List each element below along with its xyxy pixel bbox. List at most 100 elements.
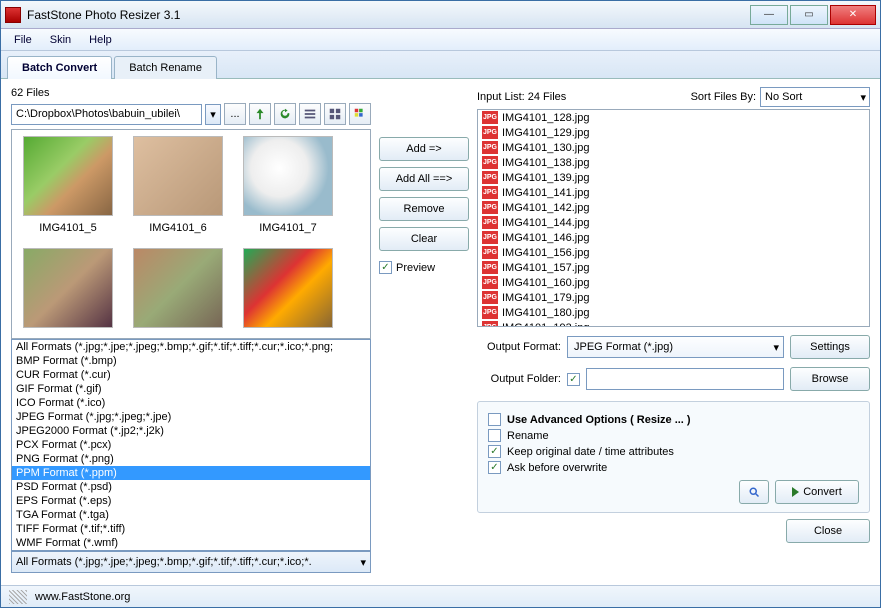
transfer-buttons: Add => Add All ==> Remove Clear [379, 87, 469, 251]
input-file-list[interactable]: JPGIMG4101_128.jpgJPGIMG4101_129.jpgJPGI… [477, 109, 870, 327]
file-row[interactable]: JPGIMG4101_142.jpg [478, 200, 869, 215]
file-row[interactable]: JPGIMG4101_130.jpg [478, 140, 869, 155]
preview-window-button[interactable] [739, 480, 769, 504]
file-name: IMG4101_193.jpg [502, 322, 589, 328]
jpg-icon: JPG [482, 111, 498, 124]
output-folder-label: Output Folder: [477, 373, 561, 385]
sort-select[interactable]: No Sort [760, 87, 870, 107]
menu-help[interactable]: Help [82, 31, 119, 49]
jpg-icon: JPG [482, 186, 498, 199]
format-option[interactable]: All Formats (*.jpg;*.jpe;*.jpeg;*.bmp;*.… [12, 340, 370, 354]
maximize-button[interactable]: ▭ [790, 5, 828, 25]
file-row[interactable]: JPGIMG4101_179.jpg [478, 290, 869, 305]
file-name: IMG4101_130.jpg [502, 142, 589, 154]
browse-folder-button[interactable]: ... [224, 103, 246, 125]
thumbnail-item[interactable]: IMG4101_7 [238, 136, 338, 238]
advanced-label: Use Advanced Options ( Resize ... ) [507, 414, 691, 426]
file-row[interactable]: JPG IMG4101_129.jpg [478, 125, 869, 140]
file-row[interactable]: JPG IMG4101_141.jpg [478, 185, 869, 200]
add-all-button[interactable]: Add All ==> [379, 167, 469, 191]
format-option[interactable]: ICO Format (*.ico) [12, 396, 370, 410]
format-option[interactable]: CUR Format (*.cur) [12, 368, 370, 382]
format-option[interactable]: BMP Format (*.bmp) [12, 354, 370, 368]
output-folder-checkbox[interactable]: ✓ [567, 373, 580, 386]
file-name: IMG4101_129.jpg [502, 127, 589, 139]
file-name: IMG4101_144.jpg [502, 217, 589, 229]
file-name: IMG4101_180.jpg [502, 307, 589, 319]
menu-file[interactable]: File [7, 31, 39, 49]
format-option[interactable]: GIF Format (*.gif) [12, 382, 370, 396]
thumbnail-item[interactable] [238, 248, 338, 332]
view-details-icon[interactable] [324, 103, 346, 125]
output-folder-input[interactable] [586, 368, 784, 390]
thumbnail-item[interactable]: IMG4101_5 [18, 136, 118, 238]
file-row[interactable]: JPGIMG4101_156.jpg [478, 245, 869, 260]
right-pane: Input List: 24 Files Sort Files By: No S… [477, 87, 870, 579]
file-name: IMG4101_141.jpg [502, 187, 589, 199]
preview-checkbox[interactable]: ✓ [379, 261, 392, 274]
menu-skin[interactable]: Skin [43, 31, 78, 49]
settings-button[interactable]: Settings [790, 335, 870, 359]
format-option[interactable]: TGA Format (*.tga) [12, 508, 370, 522]
format-option[interactable]: JPEG2000 Format (*.jp2;*.j2k) [12, 424, 370, 438]
close-button[interactable]: ✕ [830, 5, 876, 25]
statusbar: www.FastStone.org [1, 585, 880, 607]
grip-icon [9, 590, 27, 604]
rename-label: Rename [507, 430, 549, 442]
close-dialog-button[interactable]: Close [786, 519, 870, 543]
thumbnail-item[interactable]: IMG4101_6 [128, 136, 228, 238]
path-dropdown-icon[interactable]: ▾ [205, 104, 221, 125]
view-list-icon[interactable] [299, 103, 321, 125]
tab-batch-convert[interactable]: Batch Convert [7, 56, 112, 79]
format-option[interactable]: PSD Format (*.psd) [12, 480, 370, 494]
rename-checkbox[interactable] [488, 429, 501, 442]
format-option[interactable]: PNG Format (*.png) [12, 452, 370, 466]
file-row[interactable]: JPGIMG4101_146.jpg [478, 230, 869, 245]
file-name: IMG4101_138.jpg [502, 157, 589, 169]
format-option[interactable]: JPEG Format (*.jpg;*.jpeg;*.jpe) [12, 410, 370, 424]
path-input[interactable]: C:\Dropbox\Photos\babuin_ubilei\ [11, 104, 202, 125]
minimize-button[interactable]: — [750, 5, 788, 25]
format-option[interactable]: PCX Format (*.pcx) [12, 438, 370, 452]
file-row[interactable]: JPGIMG4101_157.jpg [478, 260, 869, 275]
input-list-label: Input List: 24 Files [477, 91, 566, 103]
remove-button[interactable]: Remove [379, 197, 469, 221]
file-row[interactable]: JPGIMG4101_139.jpg [478, 170, 869, 185]
keep-date-checkbox[interactable]: ✓ [488, 445, 501, 458]
file-row[interactable]: JPGIMG4101_138.jpg [478, 155, 869, 170]
file-row[interactable]: JPG IMG4101_144.jpg [478, 215, 869, 230]
output-format-select[interactable]: JPEG Format (*.jpg) [567, 336, 784, 358]
file-row[interactable]: JPGIMG4101_128.jpg [478, 110, 869, 125]
tabbar: Batch Convert Batch Rename [1, 51, 880, 79]
format-option[interactable]: EPS Format (*.eps) [12, 494, 370, 508]
file-row[interactable]: JPGIMG4101_193.jpg [478, 320, 869, 327]
format-filter-select[interactable]: All Formats (*.jpg;*.jpe;*.jpeg;*.bmp;*.… [11, 551, 371, 573]
tab-batch-rename[interactable]: Batch Rename [114, 56, 217, 79]
file-name: IMG4101_160.jpg [502, 277, 589, 289]
thumbnail-item[interactable] [128, 248, 228, 332]
format-option[interactable]: TIFF Format (*.tif;*.tiff) [12, 522, 370, 536]
jpg-icon: JPG [482, 171, 498, 184]
format-filter-list[interactable]: All Formats (*.jpg;*.jpe;*.jpeg;*.bmp;*.… [11, 339, 371, 551]
add-button[interactable]: Add => [379, 137, 469, 161]
up-folder-icon[interactable] [249, 103, 271, 125]
jpg-icon: JPG [482, 306, 498, 319]
jpg-icon: JPG [482, 126, 498, 139]
file-name: IMG4101_179.jpg [502, 292, 589, 304]
format-option[interactable]: WMF Format (*.wmf) [12, 536, 370, 550]
jpg-icon: JPG [482, 216, 498, 229]
refresh-icon[interactable] [274, 103, 296, 125]
thumbnail-item[interactable] [18, 248, 118, 332]
window-title: FastStone Photo Resizer 3.1 [27, 8, 750, 22]
clear-button[interactable]: Clear [379, 227, 469, 251]
file-row[interactable]: JPG IMG4101_180.jpg [478, 305, 869, 320]
view-thumbs-icon[interactable] [349, 103, 371, 125]
ask-overwrite-checkbox[interactable]: ✓ [488, 461, 501, 474]
file-row[interactable]: JPGIMG4101_160.jpg [478, 275, 869, 290]
advanced-checkbox[interactable] [488, 413, 501, 426]
browse-output-button[interactable]: Browse [790, 367, 870, 391]
format-option[interactable]: PPM Format (*.ppm) [12, 466, 370, 480]
status-url[interactable]: www.FastStone.org [35, 591, 130, 603]
convert-button[interactable]: Convert [775, 480, 859, 504]
thumbnail-panel[interactable]: IMG4101_5 IMG4101_6 IMG4101_7 [11, 129, 371, 339]
